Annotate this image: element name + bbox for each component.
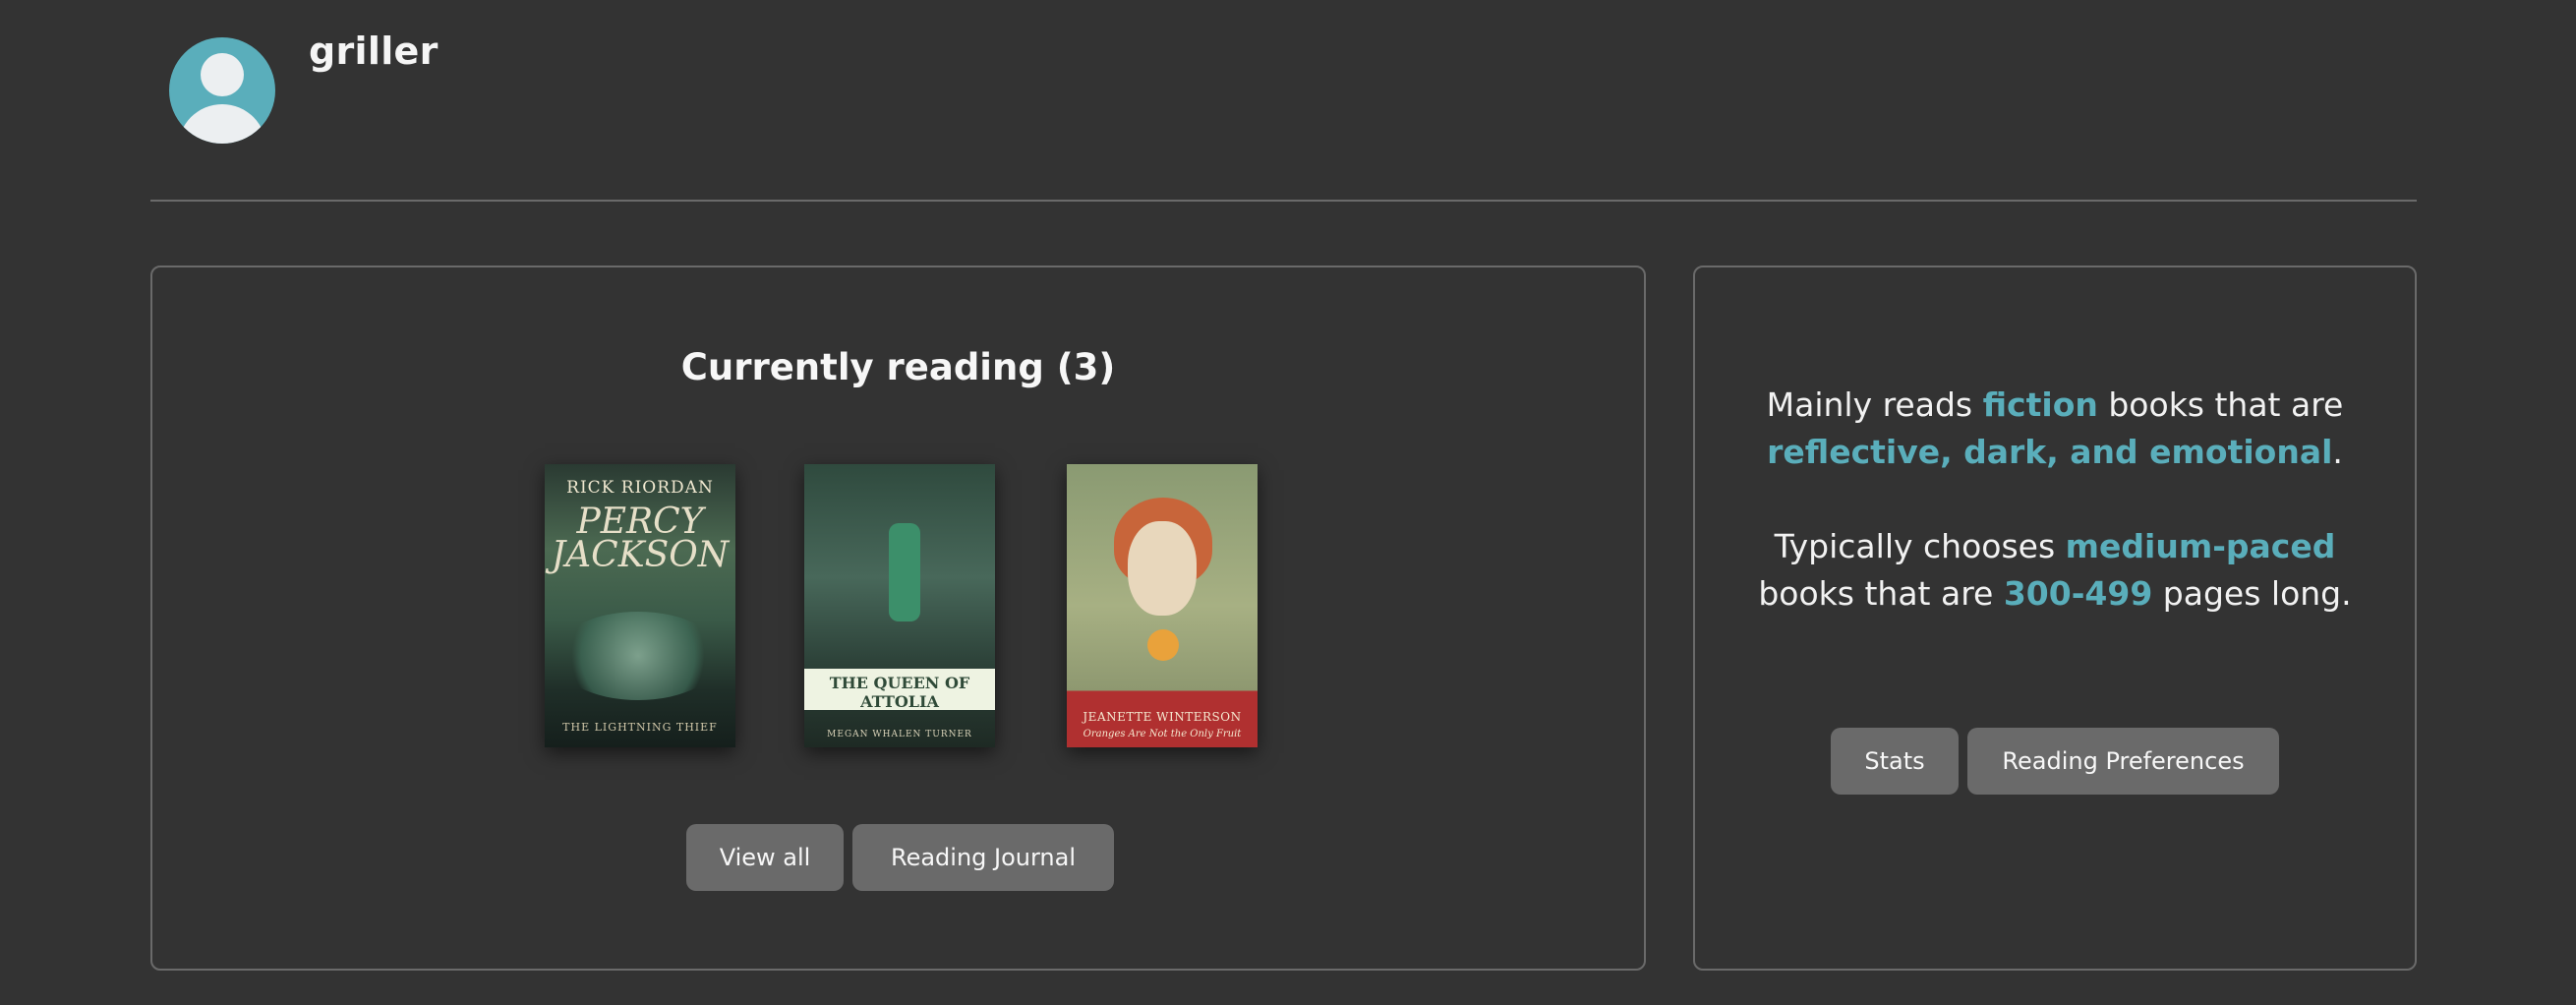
avatar-head [201, 53, 244, 96]
summary-text: books that are [2097, 385, 2344, 424]
profile-header [169, 37, 275, 144]
book-author: JEANETTE WINTERSON [1083, 710, 1242, 724]
cover-art [1147, 629, 1179, 661]
view-all-button[interactable]: View all [686, 824, 844, 891]
book-author: MEGAN WHALEN TURNER [827, 730, 972, 739]
avatar-body [178, 104, 266, 144]
book-title: Oranges Are Not the Only Fruit [1083, 729, 1242, 739]
cover-art [555, 612, 722, 700]
book-covers: RICK RIORDAN PERCY JACKSON THE LIGHTNING… [152, 464, 1644, 749]
mood-highlight: reflective, dark, and emotional [1767, 433, 2333, 471]
book-cover-percy-jackson[interactable]: RICK RIORDAN PERCY JACKSON THE LIGHTNING… [545, 464, 735, 747]
summary-text: Mainly reads [1766, 385, 1983, 424]
summary-text: books that are [1758, 574, 2004, 613]
summary-text: Typically chooses [1774, 527, 2066, 565]
pace-length-summary: Typically chooses medium-paced books tha… [1734, 523, 2375, 618]
book-title: THE QUEEN OF ATTOLIA [829, 674, 970, 711]
genre-highlight: fiction [1982, 385, 2098, 424]
currently-reading-title: Currently reading (3) [680, 346, 1116, 388]
pages-highlight: 300-499 [2003, 574, 2153, 613]
genre-mood-summary: Mainly reads fiction books that are refl… [1734, 382, 2375, 476]
header-divider [150, 200, 2417, 202]
book-cover-queen-of-attolia[interactable]: THE QUEEN OF ATTOLIA MEGAN WHALEN TURNER [804, 464, 995, 747]
book-title: PERCY JACKSON [551, 502, 730, 575]
reading-preferences-card: Mainly reads fiction books that are refl… [1693, 266, 2417, 971]
pace-highlight: medium-paced [2065, 527, 2336, 565]
book-subtitle: THE LIGHTNING THIEF [562, 721, 718, 734]
currently-reading-card: Currently reading (3) RICK RIORDAN PERCY… [150, 266, 1646, 971]
username: griller [309, 30, 439, 73]
book-cover-oranges[interactable]: JEANETTE WINTERSON Oranges Are Not the O… [1067, 464, 1258, 747]
summary-text: pages long. [2152, 574, 2352, 613]
book-author: RICK RIORDAN [566, 478, 714, 498]
summary-text: . [2332, 433, 2343, 471]
cover-art [1128, 521, 1197, 616]
reading-preferences-button[interactable]: Reading Preferences [1967, 728, 2279, 795]
user-placeholder-icon [169, 37, 275, 144]
reading-journal-button[interactable]: Reading Journal [852, 824, 1114, 891]
cover-art [889, 523, 920, 621]
stats-button[interactable]: Stats [1831, 728, 1959, 795]
